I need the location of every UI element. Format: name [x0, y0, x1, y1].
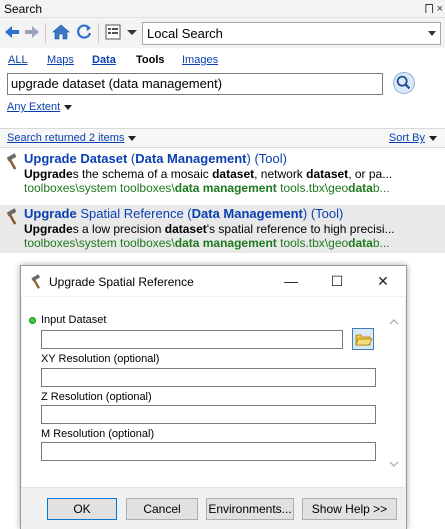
result-title[interactable]: Upgrade Spatial Reference (Data Manageme… [24, 206, 343, 221]
desc-text: s the schema of a mosaic [72, 167, 213, 181]
result-description: Upgrades the schema of a mosaic dataset,… [24, 167, 441, 181]
desc-keyword: Upgrade [24, 167, 73, 181]
result-title-toolbox: Data Management [191, 206, 303, 221]
hammer-tool-icon [6, 153, 17, 170]
path-text: tools.tbx\geo [276, 181, 349, 195]
results-bar: Search returned 2 items Sort By [0, 128, 445, 148]
result-item[interactable]: Upgrade Dataset (Data Management) (Tool)… [0, 150, 445, 198]
search-input[interactable]: upgrade dataset (data management) [7, 73, 383, 95]
hammer-tool-icon [6, 208, 17, 225]
search-tabs: ALL Maps Data Tools Images [0, 52, 445, 70]
desc-text: 's spatial reference to high precisi... [206, 222, 395, 236]
xy-resolution-field[interactable] [41, 368, 376, 387]
folder-open-icon [355, 334, 373, 346]
parameters-scrollbar[interactable] [385, 297, 405, 487]
result-item[interactable]: Upgrade Spatial Reference (Data Manageme… [0, 205, 445, 253]
z-resolution-label: Z Resolution (optional) [41, 391, 152, 403]
desc-keyword: dataset [164, 222, 207, 236]
xy-resolution-label: XY Resolution (optional) [41, 353, 160, 365]
chevron-down-icon[interactable] [122, 22, 142, 42]
result-title-text: ) (Tool) [302, 206, 344, 221]
tab-data[interactable]: Data [92, 54, 116, 66]
chevron-down-icon [64, 104, 73, 110]
result-title-tool: Upgrade Dataset [24, 151, 128, 166]
refresh-icon[interactable] [74, 22, 94, 42]
chevron-down-icon [429, 135, 437, 141]
parameters-panel: Input Dataset XY Resolution (optional) Z… [22, 297, 405, 487]
path-keyword: data [348, 181, 373, 195]
result-path: toolboxes\system toolboxes\data manageme… [24, 181, 441, 195]
chevron-up-icon[interactable] [389, 317, 399, 327]
location-combo[interactable]: Local Search [142, 22, 441, 45]
desc-keyword: dataset [306, 167, 349, 181]
cancel-button[interactable]: Cancel [126, 498, 198, 520]
m-resolution-label: M Resolution (optional) [41, 428, 155, 440]
pin-close-icons[interactable]: ⨅ × [425, 0, 443, 18]
toolbar-separator [98, 23, 99, 43]
z-resolution-field[interactable] [41, 405, 376, 424]
environments-button[interactable]: Environments... [206, 498, 294, 520]
path-keyword: data management [174, 181, 277, 195]
dialog-titlebar[interactable]: Upgrade Spatial Reference — ☐ ✕ [21, 266, 406, 296]
desc-text: , or pa... [348, 167, 393, 181]
result-title-tool: Upgrade [24, 206, 77, 221]
minimize-button[interactable]: — [268, 266, 314, 296]
show-help-button[interactable]: Show Help >> [302, 498, 397, 520]
sort-by-dropdown[interactable]: Sort By [389, 129, 437, 147]
path-keyword: data management [174, 236, 277, 250]
path-text: toolboxes\system toolboxes\ [24, 236, 175, 250]
search-icon [396, 75, 411, 90]
result-title-text: Spatial Reference ( [76, 206, 192, 221]
home-icon[interactable] [51, 22, 71, 42]
result-title-text: ) (Tool) [246, 151, 287, 166]
desc-text: s a low precision [72, 222, 165, 236]
tab-all[interactable]: ALL [8, 54, 28, 66]
input-dataset-field[interactable] [41, 330, 343, 349]
tab-tools[interactable]: Tools [136, 54, 165, 66]
path-text: toolboxes\system toolboxes\ [24, 181, 175, 195]
desc-keyword: Upgrade [24, 222, 73, 236]
toolbar-separator [45, 23, 46, 43]
chevron-down-icon [128, 135, 137, 141]
result-title-toolbox: Data Management [135, 151, 247, 166]
chevron-down-icon[interactable] [428, 31, 436, 36]
results-count: Search returned 2 items [7, 132, 125, 144]
path-text: tools.tbx\geo [276, 236, 349, 250]
desc-keyword: dataset [212, 167, 255, 181]
pane-titlebar: Search ⨅ × [0, 0, 445, 18]
input-dataset-label: Input Dataset [41, 314, 107, 326]
maximize-button[interactable]: ☐ [314, 266, 360, 296]
dialog-title: Upgrade Spatial Reference [49, 275, 194, 289]
required-indicator-icon [29, 317, 36, 324]
result-title[interactable]: Upgrade Dataset (Data Management) (Tool) [24, 151, 287, 166]
browse-button[interactable] [352, 328, 374, 350]
hammer-tool-icon [31, 274, 41, 289]
dialog-button-row: OK Cancel Environments... Show Help >> [21, 487, 406, 529]
desc-text: , network [254, 167, 307, 181]
result-path: toolboxes\system toolboxes\data manageme… [24, 236, 441, 250]
result-description: Upgrades a low precision dataset's spati… [24, 222, 441, 236]
sort-by-label: Sort By [388, 132, 425, 144]
location-value: Local Search [147, 26, 223, 41]
tab-images[interactable]: Images [182, 54, 218, 66]
pane-title: Search [4, 2, 43, 16]
extent-label: Any Extent [7, 101, 61, 113]
tool-dialog: Upgrade Spatial Reference — ☐ ✕ Input Da… [20, 265, 407, 529]
chevron-down-icon[interactable] [389, 459, 399, 469]
m-resolution-field[interactable] [41, 442, 376, 461]
forward-arrow-icon[interactable] [22, 22, 42, 42]
extent-dropdown[interactable]: Any Extent [7, 101, 73, 113]
ok-button[interactable]: OK [47, 498, 117, 520]
search-button[interactable] [393, 72, 415, 94]
path-text: b... [372, 181, 390, 195]
close-button[interactable]: ✕ [360, 266, 406, 296]
tab-maps[interactable]: Maps [47, 54, 74, 66]
results-count-dropdown[interactable]: Search returned 2 items [7, 129, 137, 147]
path-keyword: data [348, 236, 373, 250]
view-options-icon[interactable] [103, 22, 123, 42]
path-text: b... [372, 236, 390, 250]
back-arrow-icon[interactable] [2, 22, 22, 42]
